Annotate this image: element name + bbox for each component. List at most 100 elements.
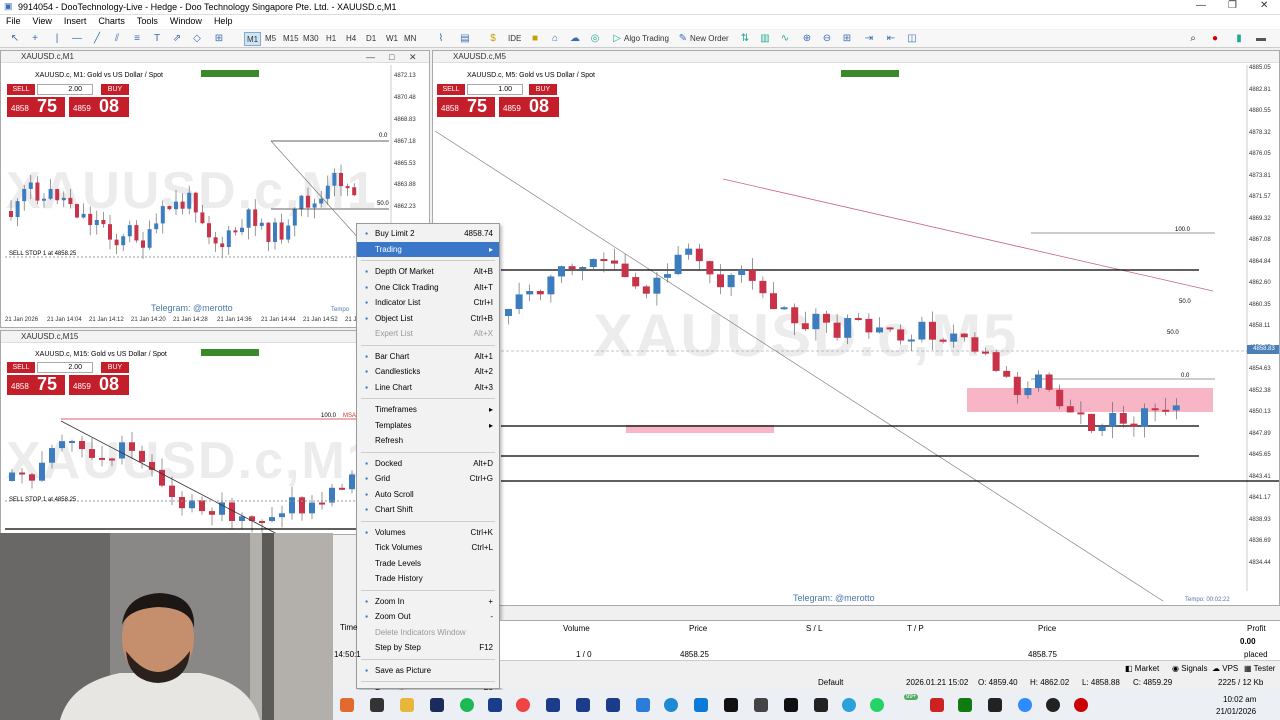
- period-m30[interactable]: M30: [303, 32, 319, 46]
- signals-tab[interactable]: ◉ Signals: [1172, 664, 1207, 673]
- account-icon[interactable]: ▬: [1254, 32, 1268, 46]
- crosshair-icon[interactable]: +: [28, 32, 42, 46]
- autoscroll-tool-icon[interactable]: ⇥: [862, 32, 876, 46]
- zoom-in-tool-icon[interactable]: ⊕: [800, 32, 814, 46]
- strategy-icon[interactable]: $: [486, 32, 500, 46]
- menu-help[interactable]: Help: [208, 15, 239, 27]
- objects-icon[interactable]: ⊞: [212, 32, 226, 46]
- arrow-tool-icon[interactable]: ⇗: [170, 32, 184, 46]
- menu-item-depth-of-market[interactable]: ▪ Depth Of Market Alt+B: [357, 264, 499, 279]
- menu-item-timeframes[interactable]: Timeframes ▸: [357, 402, 499, 417]
- mail-icon[interactable]: [636, 698, 650, 712]
- menu-view[interactable]: View: [27, 15, 58, 27]
- vertical-line-icon[interactable]: |: [50, 32, 64, 46]
- bid-price[interactable]: 4858 75: [7, 96, 65, 117]
- buy-button[interactable]: BUY: [101, 362, 129, 373]
- metatrader-icon-2[interactable]: [546, 698, 560, 712]
- lot-input[interactable]: 1.00: [467, 84, 523, 95]
- screenshot-icon[interactable]: ◫: [905, 32, 919, 46]
- depth-icon[interactable]: ⇅: [738, 32, 752, 46]
- sell-button[interactable]: SELL: [7, 362, 35, 373]
- app-icon-2[interactable]: [370, 698, 384, 712]
- metatrader-icon-4[interactable]: [606, 698, 620, 712]
- menu-item-save-as-picture[interactable]: ▪ Save as Picture: [357, 663, 499, 678]
- period-h1[interactable]: H1: [326, 32, 336, 46]
- bars-icon[interactable]: ▥: [758, 32, 772, 46]
- shift-tool-icon[interactable]: ⇤: [884, 32, 898, 46]
- col-volume[interactable]: Volume: [563, 624, 590, 633]
- shapes-icon[interactable]: ◇: [190, 32, 204, 46]
- market-icon[interactable]: ⌂: [548, 32, 562, 46]
- app-icon-13[interactable]: [694, 698, 708, 712]
- tile-icon[interactable]: ⊞: [840, 32, 854, 46]
- youtube-icon[interactable]: [1074, 698, 1088, 712]
- edge-icon[interactable]: [664, 698, 678, 712]
- notifications-icon[interactable]: ●: [1208, 32, 1222, 46]
- menu-item-indicator-list[interactable]: ▪ Indicator List Ctrl+I: [357, 295, 499, 310]
- period-d1[interactable]: D1: [366, 32, 376, 46]
- chrome-icon[interactable]: [516, 698, 530, 712]
- metatrader-icon[interactable]: [488, 698, 502, 712]
- lot-input[interactable]: 2.00: [37, 84, 93, 95]
- menu-item-zoom-out[interactable]: ▪ Zoom Out -: [357, 609, 499, 624]
- col-sl[interactable]: S / L: [806, 624, 822, 633]
- col-tp[interactable]: T / P: [907, 624, 924, 633]
- algo-play-icon[interactable]: ▷: [610, 32, 624, 46]
- menu-item-one-click-trading[interactable]: ▪ One Click Trading Alt+T: [357, 280, 499, 295]
- menu-item-volumes[interactable]: ▪ Volumes Ctrl+K: [357, 525, 499, 540]
- period-m15[interactable]: M15: [283, 32, 299, 46]
- folder-icon[interactable]: [400, 698, 414, 712]
- bid-price[interactable]: 4858 75: [437, 96, 495, 117]
- app-icon-22[interactable]: [988, 698, 1002, 712]
- menu-tools[interactable]: Tools: [131, 15, 164, 27]
- menu-item-bar-chart[interactable]: ▪ Bar Chart Alt+1: [357, 349, 499, 364]
- col-profit[interactable]: Profit: [1247, 624, 1266, 633]
- connection-icon[interactable]: ▮: [1232, 32, 1246, 46]
- period-mn[interactable]: MN: [404, 32, 416, 46]
- col-price[interactable]: Price: [689, 624, 707, 633]
- line-icon[interactable]: ∿: [778, 32, 792, 46]
- menu-item-step-by-step[interactable]: Step by Step F12: [357, 640, 499, 655]
- app-icon-24[interactable]: [1046, 698, 1060, 712]
- lock-icon[interactable]: ■: [528, 32, 542, 46]
- ide-button[interactable]: IDE: [508, 32, 521, 46]
- ask-price[interactable]: 4859 08: [69, 96, 129, 117]
- templates-icon[interactable]: ▤: [458, 32, 472, 46]
- menu-item-grid[interactable]: ▪ Grid Ctrl+G: [357, 471, 499, 486]
- chart-window-m5[interactable]: XAUUSD.c,M5 XAUUSD.c,M5 XAUUSD.c, M5: Go…: [432, 50, 1280, 606]
- menu-item-tick-volumes[interactable]: Tick Volumes Ctrl+L: [357, 540, 499, 555]
- menu-insert[interactable]: Insert: [58, 15, 93, 27]
- search-icon[interactable]: ⌕: [1186, 32, 1200, 46]
- menu-item-templates[interactable]: Templates ▸: [357, 418, 499, 433]
- fibonacci-icon[interactable]: ≡: [130, 32, 144, 46]
- menu-charts[interactable]: Charts: [92, 15, 131, 27]
- menu-window[interactable]: Window: [164, 15, 208, 27]
- buy-button[interactable]: BUY: [101, 84, 129, 95]
- zoom-out-tool-icon[interactable]: ⊖: [820, 32, 834, 46]
- menu-item-line-chart[interactable]: ▪ Line Chart Alt+3: [357, 380, 499, 395]
- app-icon-1[interactable]: [340, 698, 354, 712]
- app-icon-15[interactable]: [754, 698, 768, 712]
- restore-icon[interactable]: ❐: [1228, 0, 1237, 11]
- new-order-icon[interactable]: ✎: [676, 32, 690, 46]
- spotify-icon[interactable]: [460, 698, 474, 712]
- vps-tab[interactable]: ☁ VPS: [1212, 664, 1238, 673]
- text-icon[interactable]: T: [150, 32, 164, 46]
- menu-item-auto-scroll[interactable]: ▪ Auto Scroll: [357, 487, 499, 502]
- telegram-icon[interactable]: [842, 698, 856, 712]
- app-icon-14[interactable]: [724, 698, 738, 712]
- ask-price[interactable]: 4859 08: [499, 96, 559, 117]
- close-icon[interactable]: ✕: [1260, 0, 1268, 11]
- menu-item-chart-shift[interactable]: ▪ Chart Shift: [357, 502, 499, 517]
- menu-item-docked[interactable]: ▪ Docked Alt+D: [357, 456, 499, 471]
- bid-price[interactable]: 4858 75: [7, 374, 65, 395]
- period-h4[interactable]: H4: [346, 32, 356, 46]
- ask-price[interactable]: 4859 08: [69, 374, 129, 395]
- trendline-icon[interactable]: ╱: [90, 32, 104, 46]
- zoom-app-icon[interactable]: [1018, 698, 1032, 712]
- period-w1[interactable]: W1: [386, 32, 398, 46]
- app-icon-4[interactable]: [430, 698, 444, 712]
- xbox-icon[interactable]: [958, 698, 972, 712]
- menu-item-buy-limit-2[interactable]: ▪ Buy Limit 2 4858.74: [357, 226, 499, 241]
- sell-button[interactable]: SELL: [7, 84, 35, 95]
